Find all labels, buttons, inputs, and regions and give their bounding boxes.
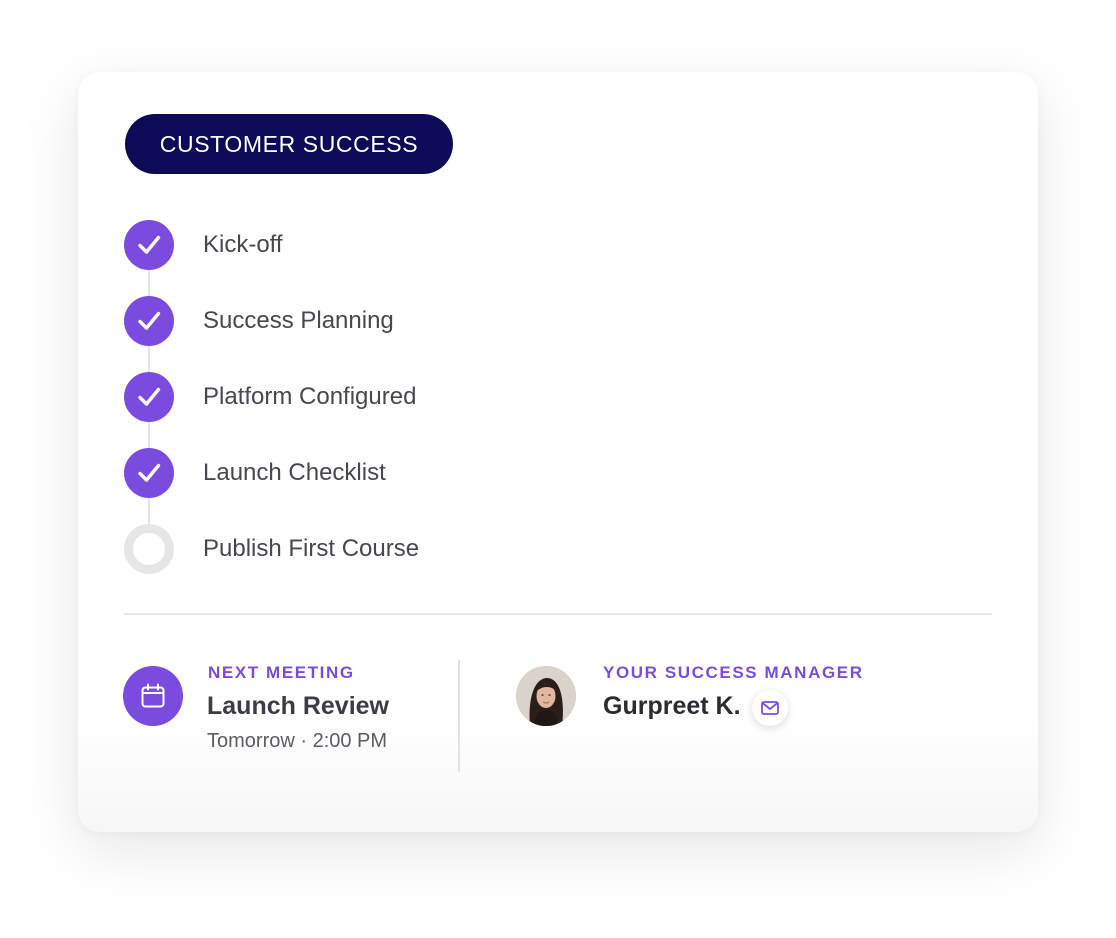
- avatar: [516, 666, 576, 726]
- calendar-icon: [123, 666, 183, 726]
- manager-name: Gurpreet K.: [603, 692, 741, 720]
- check-icon: [124, 296, 174, 346]
- step-publish-first-course: Publish First Course: [124, 524, 419, 574]
- step-label: Launch Checklist: [203, 459, 386, 486]
- check-icon: [124, 220, 174, 270]
- step-label: Kick-off: [203, 231, 283, 258]
- meeting-title: Launch Review: [207, 692, 389, 720]
- mail-button[interactable]: [752, 690, 788, 726]
- meeting-time: Tomorrow · 2:00 PM: [207, 730, 388, 752]
- step-label: Success Planning: [203, 307, 394, 334]
- step-label: Platform Configured: [203, 383, 417, 410]
- step-success-planning: Success Planning: [124, 296, 394, 346]
- step-kick-off: Kick-off: [124, 220, 283, 270]
- customer-success-badge: CUSTOMER SUCCESS: [125, 114, 453, 174]
- success-manager-label: YOUR SUCCESS MANAGER: [603, 663, 864, 682]
- step-launch-checklist: Launch Checklist: [124, 448, 386, 498]
- customer-success-card: CUSTOMER SUCCESS Kick-off Success Planni…: [78, 72, 1038, 832]
- check-icon: [124, 448, 174, 498]
- section-divider: [124, 613, 992, 615]
- mail-icon: [761, 701, 779, 715]
- next-meeting-label: NEXT MEETING: [208, 663, 355, 682]
- pending-circle-icon: [124, 524, 174, 574]
- step-label: Publish First Course: [203, 535, 420, 562]
- step-platform-configured: Platform Configured: [124, 372, 416, 422]
- vertical-divider: [458, 660, 460, 772]
- check-icon: [124, 372, 174, 422]
- badge-label: CUSTOMER SUCCESS: [159, 130, 419, 157]
